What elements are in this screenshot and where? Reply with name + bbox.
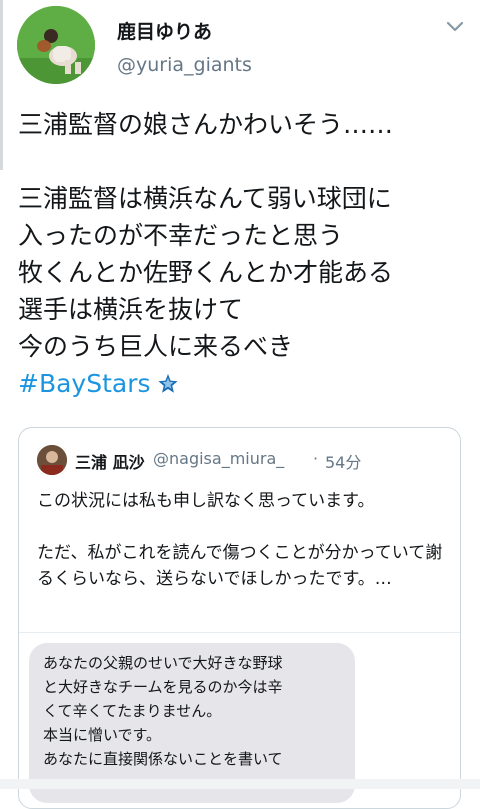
attached-message-text: あなたの父親のせいで大好きな野球 と大好きなチームを見るのか今は辛 くて辛くてた… (43, 654, 283, 768)
quoted-tweet-text: この状況には私も申し訳なく思っています。 ただ、私がこれを読んで傷つくことが分か… (37, 491, 443, 589)
quoted-handle[interactable]: @nagisa_miura_ (153, 449, 284, 468)
chevron-down-icon[interactable] (442, 14, 468, 40)
author-display-name[interactable]: 鹿目ゆりあ (117, 17, 212, 44)
quoted-timestamp[interactable]: 54分 (325, 449, 361, 473)
baystars-star-icon (157, 374, 178, 393)
quoted-separator: · (313, 449, 319, 468)
quoted-avatar-photo (37, 445, 67, 475)
left-edge-divider (0, 0, 3, 170)
quoted-media-divider (19, 632, 460, 633)
quoted-display-name[interactable]: 三浦 凪沙 (75, 449, 145, 473)
author-avatar[interactable] (17, 6, 95, 84)
quoted-author-avatar[interactable] (37, 445, 67, 475)
quoted-tweet-card[interactable]: 三浦 凪沙 @nagisa_miura_ · 54分 この状況には私も申し訳なく… (18, 427, 461, 809)
hashtag-link[interactable]: #BayStars (18, 369, 151, 398)
tweet-text: 三浦監督の娘さんかわいそう…… 三浦監督は横浜なんて弱い球団に 入ったのが不幸だ… (18, 106, 473, 402)
avatar-photo (17, 6, 95, 84)
author-handle[interactable]: @yuria_giants (117, 54, 252, 76)
tweet-body: 三浦監督の娘さんかわいそう…… 三浦監督は横浜なんて弱い球団に 入ったのが不幸だ… (18, 110, 394, 361)
bottom-edge (0, 779, 480, 789)
